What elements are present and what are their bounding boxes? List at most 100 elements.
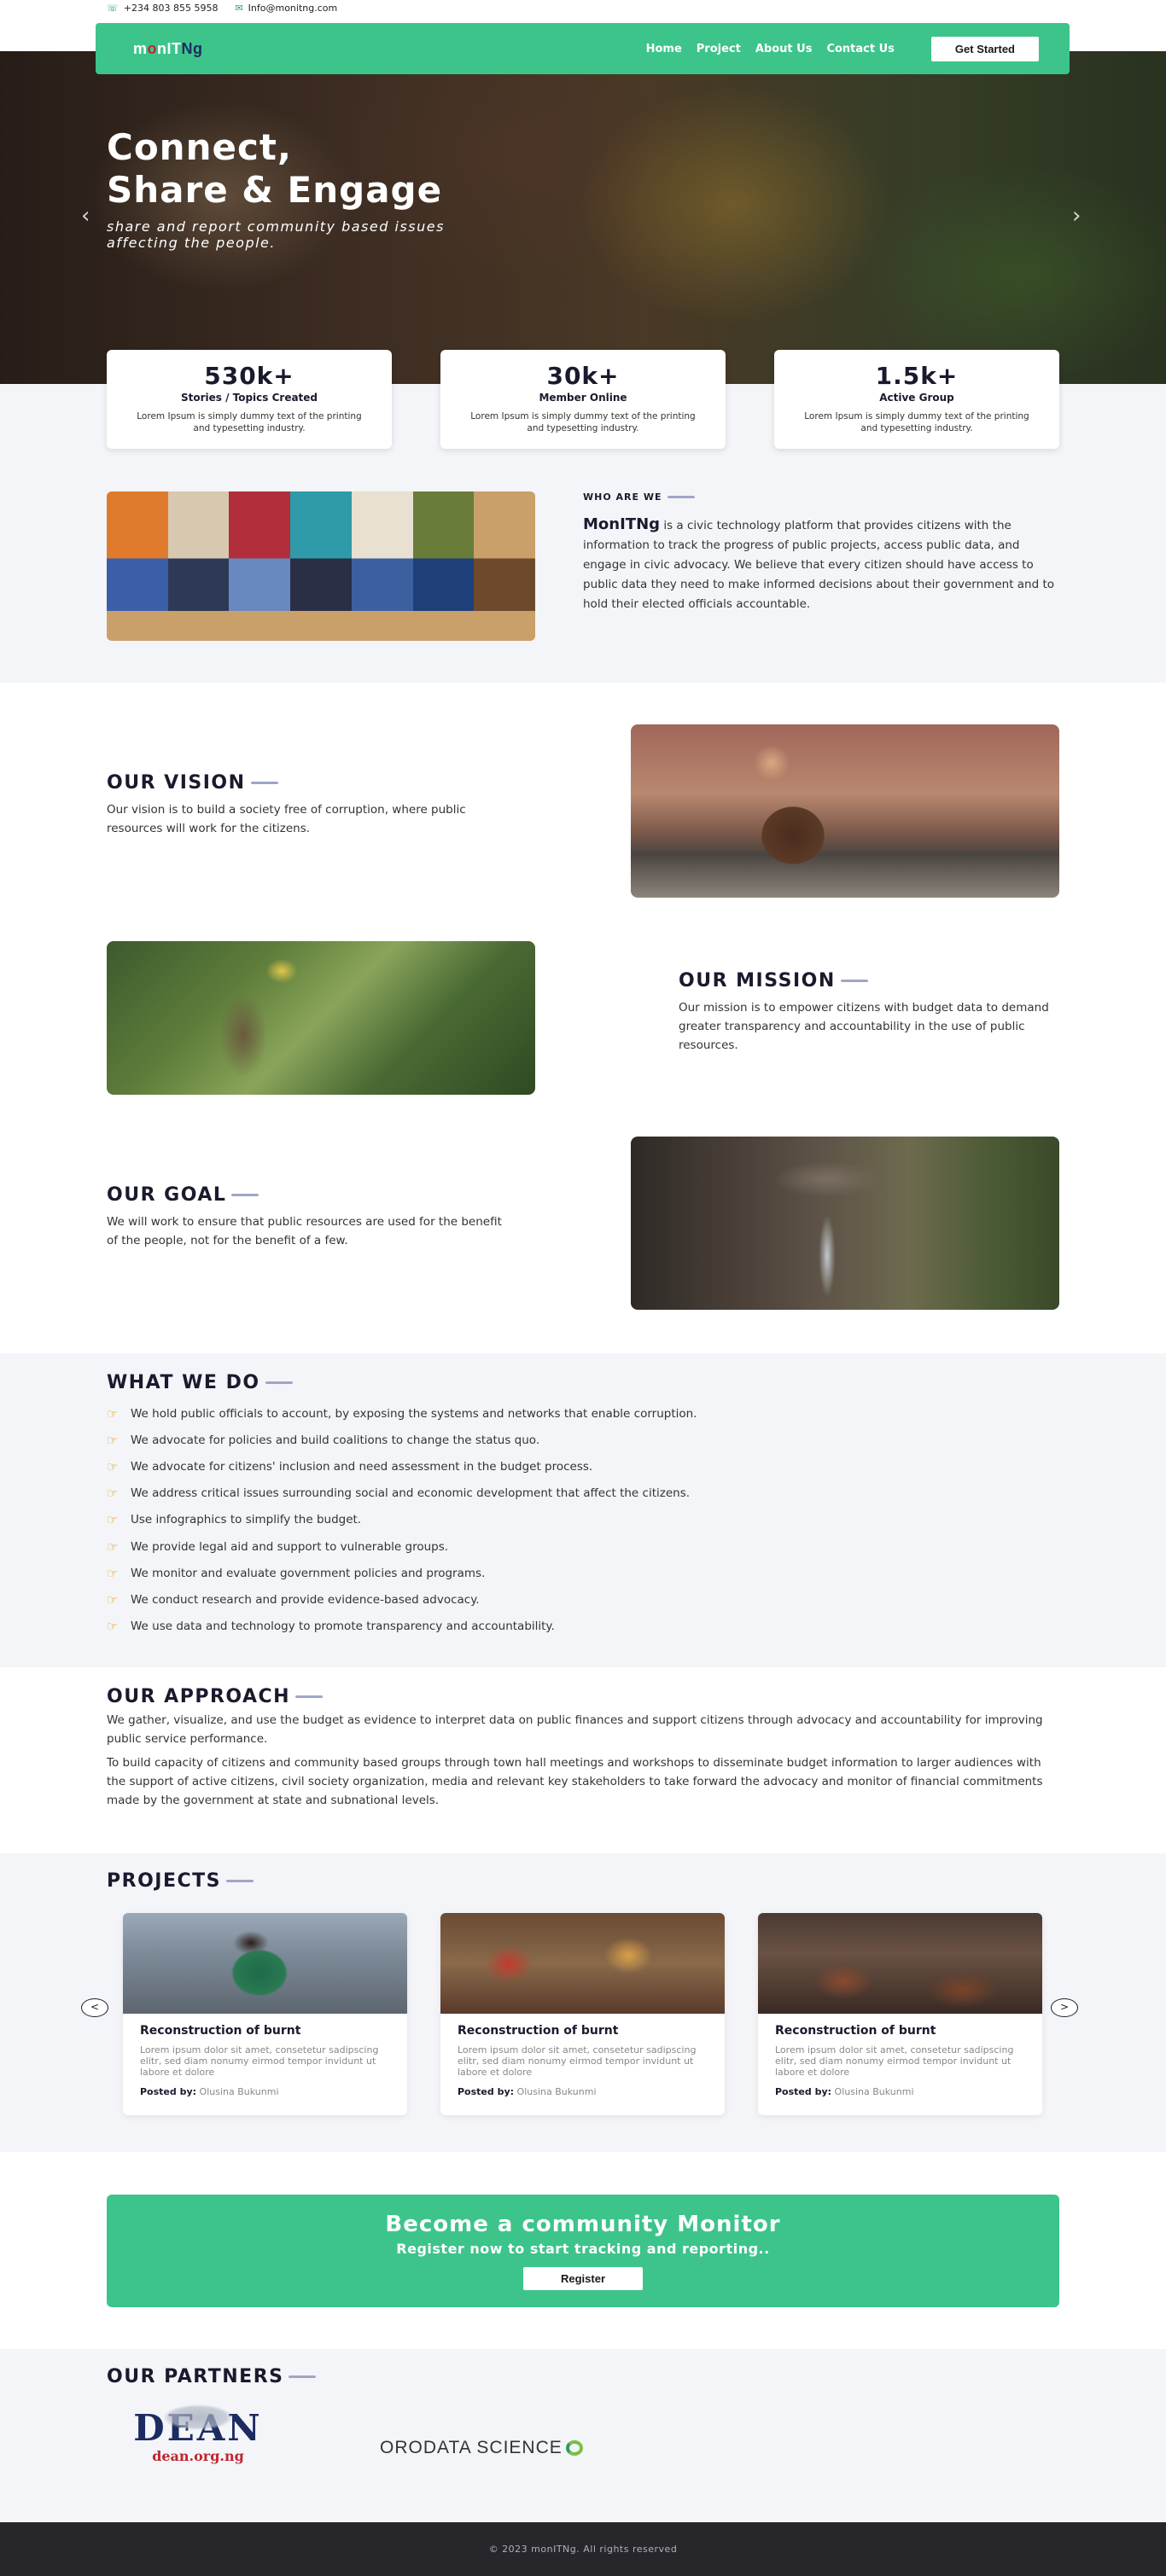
main-navbar: monITNg Home Project About Us Contact Us… xyxy=(96,23,1070,74)
project-author: Posted by: Olusina Bukunmi xyxy=(458,2086,708,2097)
title-underline xyxy=(667,496,695,498)
author-name: Olusina Bukunmi xyxy=(199,2086,279,2097)
posted-by-label: Posted by: xyxy=(458,2086,515,2097)
approach-section: OUR APPROACH We gather, visualize, and u… xyxy=(0,1667,1166,1853)
stat-value: 530k+ xyxy=(204,362,294,390)
hero-subtitle: share and report community based issues … xyxy=(107,218,445,251)
list-item: ☞ We conduct research and provide evidenc… xyxy=(107,1586,697,1613)
projects-title: PROJECTS xyxy=(107,1870,254,1892)
vision-title: OUR VISION xyxy=(107,772,508,794)
who-we-are-label: WHO ARE WE xyxy=(583,491,1061,503)
approach-title: OUR APPROACH xyxy=(107,1686,324,1707)
list-item-text: We advocate for citizens' inclusion and … xyxy=(131,1459,593,1474)
project-image xyxy=(123,1913,407,2014)
partner-logo-dean[interactable]: DEAN dean.org.ng xyxy=(117,2400,279,2464)
what-we-do-section: WHAT WE DO ☞ We hold public officials to … xyxy=(0,1353,1166,1667)
list-item: ☞ We hold public officials to account, by… xyxy=(107,1400,697,1427)
nav-about-us[interactable]: About Us xyxy=(755,43,813,55)
logo[interactable]: monITNg xyxy=(133,40,203,58)
logo-m: m xyxy=(133,39,148,57)
title-underline xyxy=(225,1880,254,1882)
stat-desc: Lorem Ipsum is simply dummy text of the … xyxy=(137,411,362,433)
posted-by-label: Posted by: xyxy=(140,2086,197,2097)
hero-title-line1: Connect, xyxy=(107,126,292,168)
who-label-text: WHO ARE WE xyxy=(583,491,662,503)
list-item-text: We hold public officials to account, by … xyxy=(131,1406,697,1421)
what-we-do-title: WHAT WE DO xyxy=(107,1372,293,1393)
email-icon: ✉ xyxy=(235,2,243,14)
stat-label: Member Online xyxy=(539,392,627,404)
hero-next-arrow[interactable]: › xyxy=(1072,203,1081,229)
project-title: Reconstruction of burnt xyxy=(458,2024,619,2038)
copyright-text: © 2023 monITNg. All rights reserved xyxy=(488,2544,678,2555)
projects-prev-button[interactable]: < xyxy=(81,1998,108,2017)
pointing-hand-icon: ☞ xyxy=(107,1486,119,1502)
stat-card: 1.5k+ Active Group Lorem Ipsum is simply… xyxy=(774,350,1059,449)
pointing-hand-icon: ☞ xyxy=(107,1619,119,1635)
list-item: ☞ We address critical issues surrounding … xyxy=(107,1480,697,1507)
mission-title-text: OUR MISSION xyxy=(679,970,836,991)
what-we-do-list: ☞ We hold public officials to account, by… xyxy=(107,1400,697,1640)
pointing-hand-icon: ☞ xyxy=(107,1512,119,1528)
nav-home[interactable]: Home xyxy=(646,43,682,55)
who-we-are-image xyxy=(107,491,535,641)
phone-number: +234 803 855 5958 xyxy=(123,2,219,14)
goal-image xyxy=(631,1137,1059,1310)
dean-url: dean.org.ng xyxy=(152,2448,244,2464)
stats-row: 530k+ Stories / Topics Created Lorem Ips… xyxy=(107,350,1059,449)
pointing-hand-icon: ☞ xyxy=(107,1538,119,1555)
chevron-left-icon: ‹ xyxy=(81,203,90,229)
logo-o: o xyxy=(147,39,158,57)
footer: © 2023 monITNg. All rights reserved xyxy=(0,2522,1166,2576)
email-contact[interactable]: ✉ Info@monitng.com xyxy=(235,3,337,14)
list-item: ☞ We use data and technology to promote t… xyxy=(107,1614,697,1640)
list-item-text: We address critical issues surrounding s… xyxy=(131,1486,691,1501)
chevron-right-icon: › xyxy=(1072,203,1081,229)
project-author: Posted by: Olusina Bukunmi xyxy=(775,2086,1025,2097)
goal-title-text: OUR GOAL xyxy=(107,1184,227,1206)
mission-title: OUR MISSION xyxy=(679,970,1063,991)
project-card[interactable]: Reconstruction of burnt Lorem ipsum dolo… xyxy=(440,1913,725,2115)
chevron-right-icon: > xyxy=(1059,2001,1070,2013)
vision-mission-goal-section: OUR VISION Our vision is to build a soci… xyxy=(0,683,1166,1353)
list-item-text: Use infographics to simplify the budget. xyxy=(131,1513,362,1527)
list-item-text: We provide legal aid and support to vuln… xyxy=(131,1539,449,1554)
phone-contact[interactable]: ☏ +234 803 855 5958 xyxy=(107,3,218,14)
partners-section: OUR PARTNERS DEAN dean.org.ng ORODATA SC… xyxy=(0,2349,1166,2522)
pointing-hand-icon: ☞ xyxy=(107,1458,119,1474)
logo-nit: nIT xyxy=(157,39,182,57)
stat-card: 30k+ Member Online Lorem Ipsum is simply… xyxy=(440,350,726,449)
author-name: Olusina Bukunmi xyxy=(516,2086,597,2097)
list-item: ☞ We provide legal aid and support to vul… xyxy=(107,1533,697,1560)
partner-logo-orodata[interactable]: ORODATA SCIENCE xyxy=(380,2438,583,2458)
pointing-hand-icon: ☞ xyxy=(107,1405,119,1422)
posted-by-label: Posted by: xyxy=(775,2086,832,2097)
who-we-are-text: WHO ARE WE MonITNg is a civic technology… xyxy=(583,491,1061,614)
vision-image xyxy=(631,724,1059,898)
email-address: Info@monitng.com xyxy=(248,2,338,14)
project-image xyxy=(440,1913,725,2014)
goal-title: OUR GOAL xyxy=(107,1184,508,1206)
partners-title: OUR PARTNERS xyxy=(107,2366,317,2387)
nav-contact-us[interactable]: Contact Us xyxy=(826,43,894,55)
stat-value: 30k+ xyxy=(546,362,620,390)
project-card[interactable]: Reconstruction of burnt Lorem ipsum dolo… xyxy=(123,1913,407,2115)
pointing-hand-icon: ☞ xyxy=(107,1591,119,1608)
title-underline xyxy=(265,1381,293,1384)
register-button[interactable]: Register xyxy=(522,2267,644,2290)
logo-ng: Ng xyxy=(181,39,203,57)
community-monitor-banner: Become a community Monitor Register now … xyxy=(107,2195,1059,2307)
stat-label: Stories / Topics Created xyxy=(180,392,318,404)
hero-prev-arrow[interactable]: ‹ xyxy=(81,203,90,229)
vision-block: OUR VISION Our vision is to build a soci… xyxy=(107,772,508,838)
project-card[interactable]: Reconstruction of burnt Lorem ipsum dolo… xyxy=(758,1913,1042,2115)
nav-project[interactable]: Project xyxy=(697,43,741,55)
stat-desc: Lorem Ipsum is simply dummy text of the … xyxy=(470,411,696,433)
project-image xyxy=(758,1913,1042,2014)
project-author: Posted by: Olusina Bukunmi xyxy=(140,2086,390,2097)
title-underline xyxy=(289,2375,317,2378)
get-started-button[interactable]: Get Started xyxy=(930,36,1039,61)
projects-next-button[interactable]: > xyxy=(1051,1998,1078,2017)
projects-section: PROJECTS Reconstruction of burnt Lorem i… xyxy=(0,1853,1166,2152)
cta-title: Become a community Monitor xyxy=(385,2212,781,2237)
